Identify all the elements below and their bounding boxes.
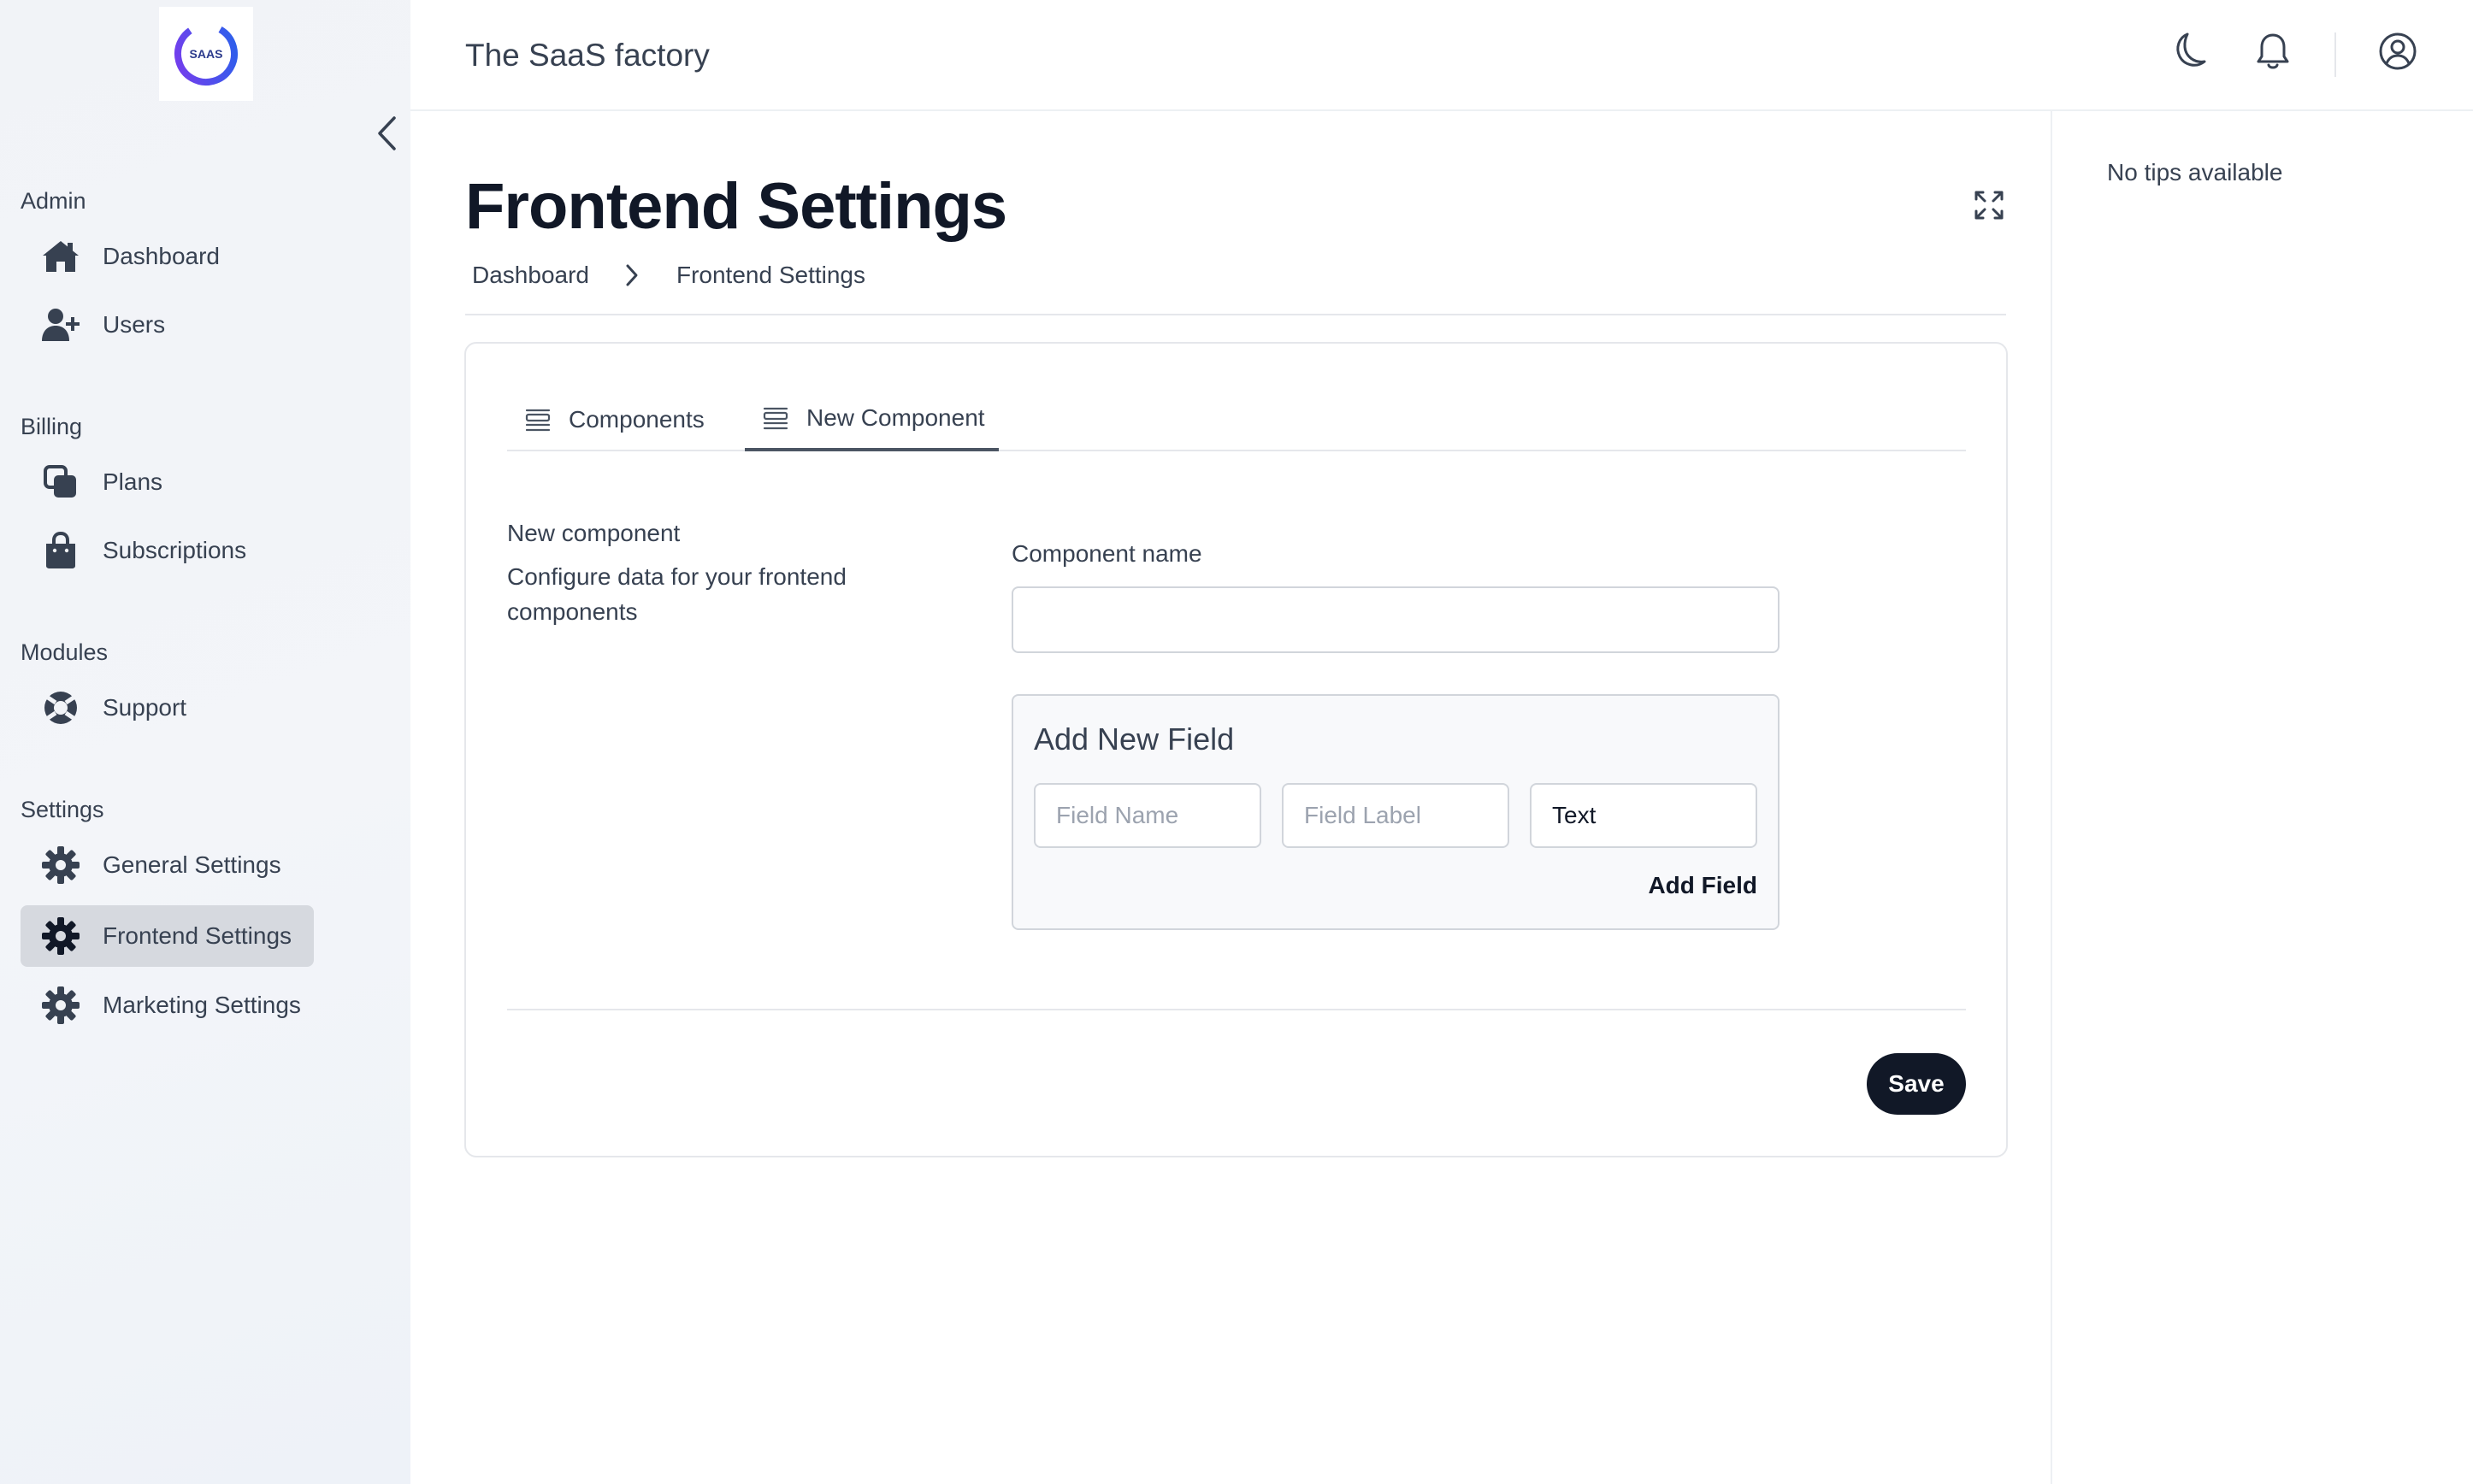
nav-section-modules: Modules	[21, 639, 109, 665]
tab-bar: Components New Component	[507, 388, 1966, 451]
breadcrumb-current: Frontend Settings	[676, 262, 866, 288]
breadcrumb: Dashboard Frontend Settings	[472, 262, 865, 289]
tab-new-component[interactable]: New Component	[745, 388, 999, 451]
sidebar-item-dashboard[interactable]: Dashboard	[21, 226, 242, 287]
section-description: Configure data for your frontend compone…	[507, 563, 847, 625]
sidebar-item-label: General Settings	[103, 851, 281, 878]
add-field-panel: Add New Field Text Add Field	[1012, 694, 1779, 930]
add-field-button[interactable]: Add Field	[1648, 872, 1757, 899]
nav-section-settings: Settings	[21, 797, 104, 822]
user-circle-icon	[2379, 32, 2417, 70]
field-name-input[interactable]	[1034, 783, 1261, 848]
topbar-divider	[2334, 32, 2336, 77]
moon-icon	[2176, 32, 2206, 67]
life-ring-icon	[41, 688, 80, 727]
sidebar-item-label: Users	[103, 311, 166, 338]
tab-components[interactable]: Components	[507, 388, 718, 451]
field-type-select[interactable]: Text	[1530, 783, 1757, 848]
header-divider	[465, 314, 2006, 315]
nav-section-billing: Billing	[21, 414, 83, 439]
sidebar-item-label: Dashboard	[103, 243, 220, 269]
component-name-label: Component name	[1012, 540, 1202, 567]
breadcrumb-dashboard[interactable]: Dashboard	[472, 262, 589, 289]
sidebar-item-label: Plans	[103, 468, 163, 495]
nav-section-admin: Admin	[21, 188, 86, 214]
sidebar-item-general-settings[interactable]: General Settings	[21, 834, 304, 896]
settings-card: Components New Component New component C…	[464, 342, 2008, 1157]
gear-icon	[41, 986, 80, 1025]
sidebar-item-users[interactable]: Users	[21, 294, 187, 356]
list-icon	[763, 407, 788, 430]
sidebar-item-marketing-settings[interactable]: Marketing Settings	[21, 975, 323, 1036]
field-label-input[interactable]	[1282, 783, 1509, 848]
gear-icon	[41, 845, 80, 885]
bell-icon	[2257, 33, 2289, 69]
notifications-button[interactable]	[2249, 27, 2297, 75]
app-title: The SaaS factory	[465, 38, 710, 73]
sidebar-item-label: Support	[103, 694, 187, 721]
sidebar-item-plans[interactable]: Plans	[21, 451, 185, 513]
tab-label: New Component	[806, 404, 985, 431]
tab-label: Components	[569, 406, 705, 433]
saas-logo-icon: SAAS	[174, 22, 238, 85]
logo-text: SAAS	[190, 47, 223, 61]
app-logo[interactable]: SAAS	[159, 7, 253, 101]
save-button[interactable]: Save	[1867, 1053, 1966, 1115]
top-bar: The SaaS factory	[410, 0, 2473, 111]
gear-icon	[41, 916, 80, 956]
chevron-right-icon	[625, 263, 639, 287]
add-field-title: Add New Field	[1034, 721, 1235, 757]
sidebar-item-label: Subscriptions	[103, 537, 247, 563]
theme-toggle-button[interactable]	[2167, 27, 2215, 75]
expand-icon	[1974, 191, 2004, 220]
collapse-sidebar-button[interactable]	[369, 113, 404, 154]
card-divider	[507, 1009, 1966, 1010]
field-type-value: Text	[1552, 802, 1597, 828]
sidebar-item-label: Marketing Settings	[103, 992, 301, 1018]
sidebar-item-label: Frontend Settings	[103, 922, 292, 949]
tips-panel: No tips available	[2051, 111, 2473, 1484]
tips-empty-text: No tips available	[2107, 159, 2283, 186]
user-plus-icon	[41, 305, 80, 344]
stacked-squares-icon	[41, 462, 80, 502]
shopping-bag-icon	[41, 531, 80, 570]
sidebar-item-frontend-settings[interactable]: Frontend Settings	[21, 905, 315, 967]
page-title: Frontend Settings	[465, 170, 1007, 243]
user-menu-button[interactable]	[2374, 27, 2422, 75]
chevron-left-icon	[378, 116, 396, 150]
list-icon	[525, 409, 551, 432]
fullscreen-button[interactable]	[1968, 185, 2010, 226]
section-title: New component	[507, 520, 681, 546]
component-name-input[interactable]	[1012, 586, 1779, 653]
sidebar-item-subscriptions[interactable]: Subscriptions	[21, 520, 269, 581]
house-icon	[41, 237, 80, 276]
sidebar: SAAS Admin Dashboard Users Billing Plans…	[0, 0, 410, 1484]
sidebar-item-support[interactable]: Support	[21, 677, 209, 739]
